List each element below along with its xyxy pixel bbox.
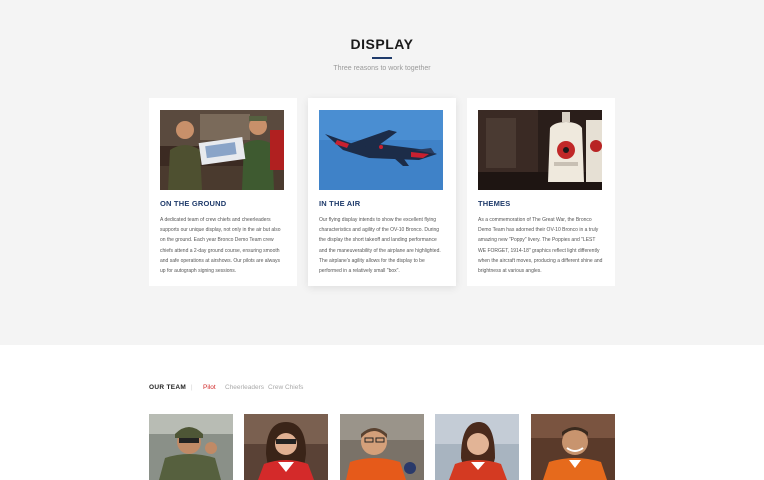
card-title: IN THE AIR bbox=[319, 199, 361, 208]
section-subtitle: Three reasons to work together bbox=[333, 65, 431, 72]
team-member-photo[interactable] bbox=[531, 414, 615, 480]
card-title: THEMES bbox=[478, 199, 511, 208]
team-label: OUR TEAM bbox=[149, 384, 187, 391]
aircraft-photo bbox=[319, 110, 443, 190]
team-member-photo[interactable] bbox=[340, 414, 424, 480]
card-in-the-air: IN THE AIR Our flying display intends to… bbox=[308, 98, 456, 286]
card-themes: THEMES As a commemoration of The Great W… bbox=[467, 98, 615, 286]
team-member-photo[interactable] bbox=[149, 414, 233, 480]
card-on-the-ground: ON THE GROUND A dedicated team of crew c… bbox=[149, 98, 297, 286]
tab-separator: | bbox=[191, 385, 193, 391]
tab-cheerleaders[interactable]: Cheerleaders bbox=[225, 384, 264, 391]
ground-crew-photo bbox=[160, 110, 284, 190]
title-underline bbox=[372, 57, 392, 59]
card-title: ON THE GROUND bbox=[160, 199, 227, 208]
card-body: Our flying display intends to show the e… bbox=[319, 217, 441, 275]
tab-pilot[interactable]: Pilot bbox=[203, 384, 216, 391]
team-member-photo[interactable] bbox=[244, 414, 328, 480]
section-title: DISPLAY bbox=[350, 36, 414, 52]
card-body: A dedicated team of crew chiefs and chee… bbox=[160, 217, 281, 275]
team-member-photo[interactable] bbox=[435, 414, 519, 480]
display-section: DISPLAY Three reasons to work together O… bbox=[0, 0, 764, 345]
card-body: As a commemoration of The Great War, the… bbox=[478, 217, 603, 275]
poppy-bottles-photo bbox=[478, 110, 602, 190]
tab-crew-chiefs[interactable]: Crew Chiefs bbox=[268, 384, 303, 391]
